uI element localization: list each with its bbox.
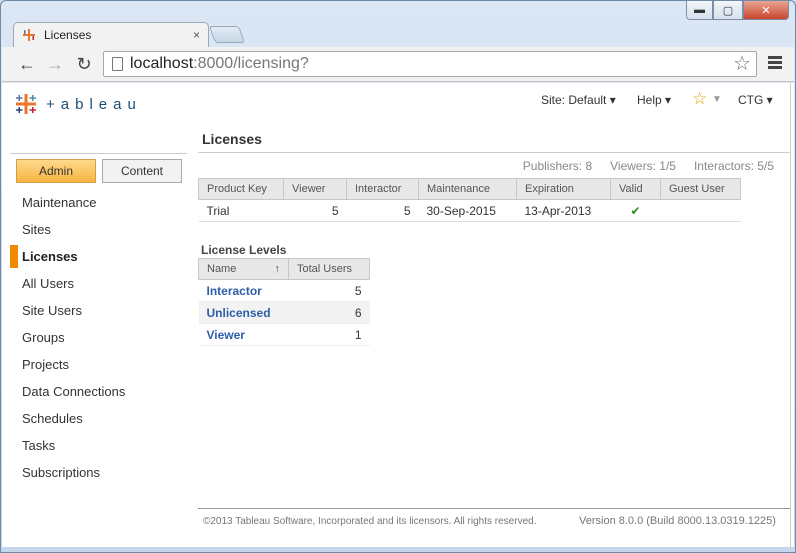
browser-toolbar: ← → ↻ localhost:8000/licensing? ☆ — [2, 47, 794, 82]
total-users-column-header[interactable]: Total Users — [288, 258, 370, 280]
copyright-text: ©2013 Tableau Software, Incorporated and… — [203, 516, 537, 527]
product-key-cell: Trial — [198, 199, 284, 222]
sidebar-item-schedules[interactable]: Schedules — [10, 405, 187, 432]
table-row: Trial 5 5 30-Sep-2015 13-Apr-2013 ✔ — [198, 199, 741, 222]
minimize-button[interactable]: ▬ — [686, 1, 713, 20]
scroll-edge — [790, 83, 794, 547]
column-header: Valid — [610, 178, 661, 200]
page-icon — [112, 57, 123, 71]
browser-tab[interactable]: Licenses × — [13, 22, 209, 47]
column-header: Guest User — [660, 178, 741, 200]
table-row: Interactor 5 — [198, 279, 370, 302]
reload-icon[interactable]: ↻ — [73, 53, 95, 75]
url-host: localhost — [130, 55, 194, 72]
column-header: Maintenance — [418, 178, 517, 200]
level-count: 5 — [288, 279, 370, 302]
tableau-favicon-icon — [22, 28, 36, 42]
window-controls: ▬ ▢ ✕ — [686, 1, 789, 20]
publishers-count: Publishers: 8 — [522, 159, 593, 173]
level-name-link[interactable]: Viewer — [198, 323, 289, 346]
new-tab-button[interactable] — [208, 26, 246, 43]
admin-sidebar: Maintenance Sites Licenses All Users Sit… — [10, 189, 187, 486]
footer-divider — [198, 508, 790, 509]
license-levels-table: Name ↑ Total Users Interactor 5 Unlicens… — [198, 258, 370, 346]
address-bar[interactable]: localhost:8000/licensing? ☆ — [103, 51, 757, 77]
sidebar-item-data-connections[interactable]: Data Connections — [10, 378, 187, 405]
back-arrow-icon[interactable]: ← — [16, 53, 38, 75]
column-header: Expiration — [516, 178, 611, 200]
column-header: Product Key — [198, 178, 284, 200]
table-row: Unlicensed 6 — [198, 301, 370, 324]
name-header-label: Name — [207, 263, 237, 275]
licenses-table: Product Key Viewer Interactor Maintenanc… — [198, 178, 741, 222]
title-divider — [198, 152, 790, 153]
viewers-count: Viewers: 1/5 — [610, 159, 676, 173]
tableau-logo[interactable]: +ableau — [14, 92, 142, 116]
help-menu[interactable]: Help ▾ — [637, 93, 671, 107]
favorites-star-icon[interactable]: ☆ — [692, 89, 707, 109]
site-menu[interactable]: Site: Default ▾ — [541, 93, 616, 107]
maximize-button[interactable]: ▢ — [713, 1, 743, 20]
level-count: 6 — [288, 301, 370, 324]
browser-window: ▬ ▢ ✕ Licenses × ← → ↻ localhost:8000/li… — [0, 0, 796, 553]
interactors-count: Interactors: 5/5 — [693, 159, 774, 173]
column-header: Viewer — [283, 178, 347, 200]
sidebar-item-site-users[interactable]: Site Users — [10, 297, 187, 324]
tableau-mark-icon — [14, 92, 38, 116]
name-column-header[interactable]: Name ↑ — [198, 258, 289, 280]
chrome-menu-icon[interactable] — [768, 56, 782, 71]
table-header-row: Name ↑ Total Users — [198, 258, 370, 280]
sidebar-item-all-users[interactable]: All Users — [10, 270, 187, 297]
sidebar-item-projects[interactable]: Projects — [10, 351, 187, 378]
sidebar-item-licenses[interactable]: Licenses — [10, 243, 187, 270]
url-path: :8000/licensing? — [193, 55, 309, 72]
expiration-cell: 13-Apr-2013 — [516, 199, 611, 222]
user-menu[interactable]: CTG ▾ — [738, 93, 773, 107]
level-name-link[interactable]: Unlicensed — [198, 301, 289, 324]
interactor-cell: 5 — [346, 199, 419, 222]
column-header: Interactor — [346, 178, 419, 200]
valid-check-icon: ✔ — [610, 199, 661, 222]
admin-content-tabs: Admin Content — [16, 159, 182, 183]
guest-user-cell — [660, 199, 741, 222]
sort-ascending-icon: ↑ — [274, 263, 281, 275]
tab-close-icon[interactable]: × — [193, 28, 200, 42]
favorites-caret-icon[interactable]: ▼ — [712, 94, 722, 105]
admin-tab[interactable]: Admin — [16, 159, 96, 183]
close-window-button[interactable]: ✕ — [743, 1, 789, 20]
sidebar-divider — [10, 153, 187, 154]
sidebar-item-subscriptions[interactable]: Subscriptions — [10, 459, 187, 486]
sidebar-item-maintenance[interactable]: Maintenance — [10, 189, 187, 216]
sidebar-item-groups[interactable]: Groups — [10, 324, 187, 351]
forward-arrow-icon[interactable]: → — [44, 53, 66, 75]
license-levels-title: License Levels — [201, 243, 287, 257]
page-content: +ableau Site: Default ▾ Help ▾ ☆ ▼ CTG ▾… — [2, 83, 794, 547]
content-tab[interactable]: Content — [102, 159, 182, 183]
maintenance-cell: 30-Sep-2015 — [418, 199, 517, 222]
bookmark-star-icon[interactable]: ☆ — [733, 52, 751, 76]
sidebar-item-tasks[interactable]: Tasks — [10, 432, 187, 459]
table-header-row: Product Key Viewer Interactor Maintenanc… — [198, 178, 741, 200]
sidebar-item-sites[interactable]: Sites — [10, 216, 187, 243]
version-text: Version 8.0.0 (Build 8000.13.0319.1225) — [579, 515, 776, 527]
level-count: 1 — [288, 323, 370, 346]
table-row: Viewer 1 — [198, 323, 370, 346]
page-title: Licenses — [202, 131, 262, 147]
license-stats: Publishers: 8 Viewers: 1/5 Interactors: … — [505, 159, 774, 173]
level-name-link[interactable]: Interactor — [198, 279, 289, 302]
logo-text: +ableau — [46, 95, 142, 113]
viewer-cell: 5 — [283, 199, 347, 222]
tab-title: Licenses — [44, 28, 92, 42]
